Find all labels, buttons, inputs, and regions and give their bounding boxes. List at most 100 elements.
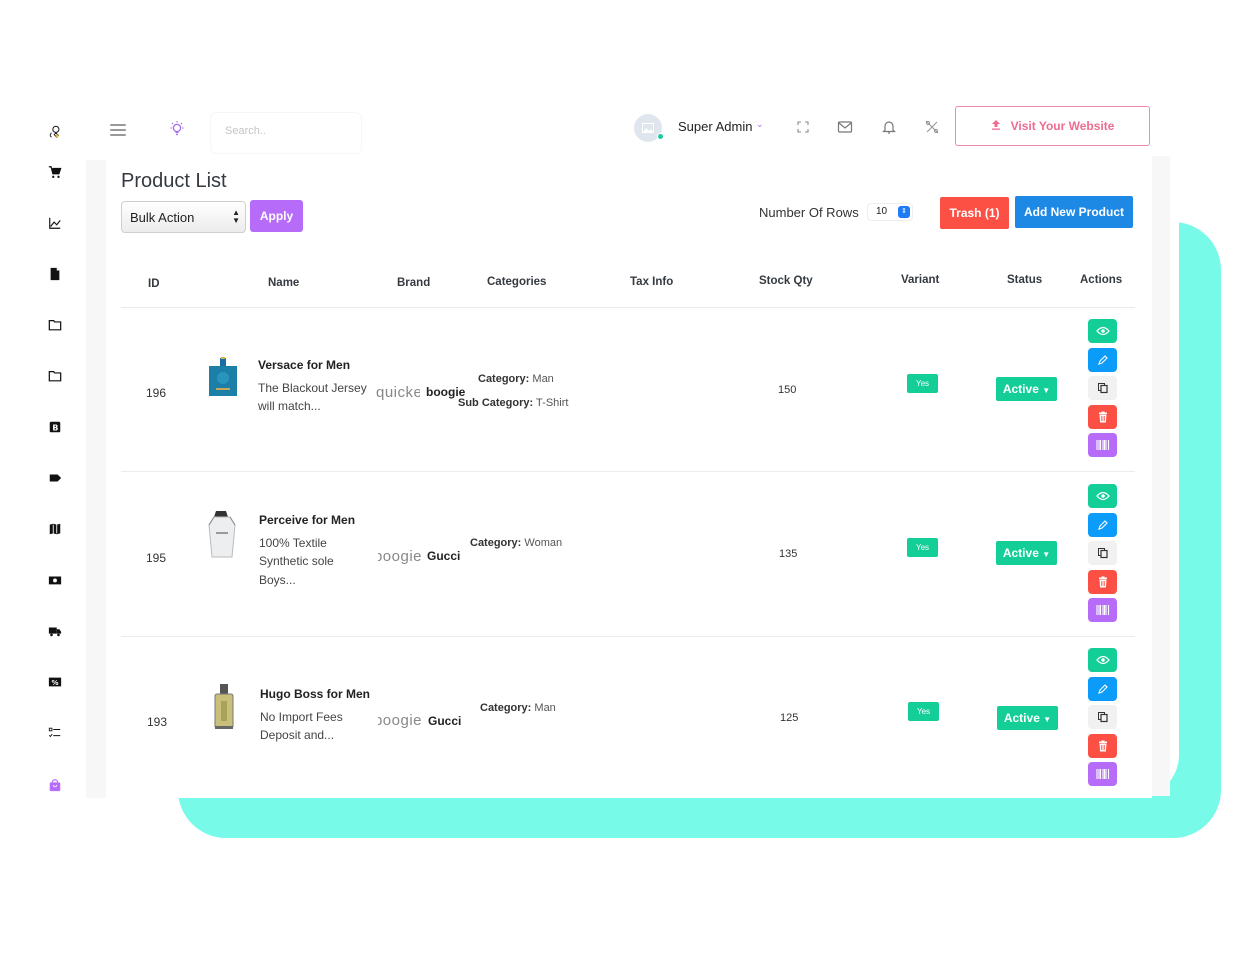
select-spinner-icon: ⇕ xyxy=(898,206,910,218)
product-id: 193 xyxy=(147,715,168,729)
logo-icon[interactable] xyxy=(47,124,63,140)
card-edge xyxy=(1152,156,1170,796)
barcode-icon xyxy=(1095,605,1110,616)
bulk-action-select[interactable]: Bulk Action ▲ ▼ xyxy=(121,201,246,233)
view-button[interactable] xyxy=(1088,484,1117,508)
bell-icon[interactable] xyxy=(880,118,898,136)
category-info: Category: Woman xyxy=(470,537,562,549)
brand-logo: boogie xyxy=(378,548,422,565)
product-name[interactable]: Versace for Men xyxy=(258,358,350,372)
header-brand[interactable]: Brand xyxy=(397,277,430,289)
brand-name: Gucci xyxy=(428,714,462,728)
duplicate-button[interactable] xyxy=(1088,541,1117,566)
trash-icon xyxy=(1098,740,1108,752)
chevron-down-icon[interactable]: ⌄ xyxy=(756,119,764,130)
svg-text:B: B xyxy=(52,424,58,433)
stock-qty: 135 xyxy=(779,548,798,560)
product-thumbnail[interactable] xyxy=(206,683,242,731)
lightbulb-icon[interactable] xyxy=(168,120,186,143)
product-desc-line2: will match... xyxy=(258,399,321,413)
file-icon[interactable] xyxy=(47,266,63,282)
status-label: Active xyxy=(1002,546,1039,560)
copy-icon xyxy=(1097,711,1109,723)
eye-icon xyxy=(1095,491,1110,501)
status-label: Active xyxy=(1002,382,1039,396)
header-id[interactable]: ID xyxy=(148,278,160,290)
coupon-icon[interactable]: % xyxy=(47,674,63,690)
header-name[interactable]: Name xyxy=(268,277,299,289)
folder-icon[interactable] xyxy=(47,317,63,333)
status-dropdown[interactable]: Active ▼ xyxy=(997,706,1058,730)
edit-button[interactable] xyxy=(1088,347,1117,372)
subcategory-value: T-Shirt xyxy=(536,397,569,409)
trash-button[interactable]: Trash (1) xyxy=(940,197,1009,229)
delete-button[interactable] xyxy=(1088,733,1117,758)
chart-icon[interactable] xyxy=(47,215,63,231)
product-desc-line1: The Blackout Jersey xyxy=(258,381,367,395)
menu-toggle-icon[interactable] xyxy=(110,124,126,136)
category-value: Woman xyxy=(524,537,563,549)
category-value: Man xyxy=(534,702,556,714)
header-tax-info[interactable]: Tax Info xyxy=(630,276,673,288)
product-thumbnail[interactable] xyxy=(206,356,242,404)
brand-logo: boogie xyxy=(378,712,422,729)
visit-website-button[interactable]: Visit Your Website xyxy=(955,106,1150,146)
barcode-button[interactable] xyxy=(1088,433,1117,458)
status-label: Active xyxy=(1003,711,1040,725)
variant-badge: Yes xyxy=(907,374,938,393)
rows-per-page-select[interactable]: 10 ⇕ xyxy=(867,203,913,221)
folder-icon[interactable] xyxy=(47,368,63,384)
edit-button[interactable] xyxy=(1088,676,1117,701)
mail-icon[interactable] xyxy=(836,118,854,136)
rows-per-page-value: 10 xyxy=(876,206,888,217)
category-label: Category: xyxy=(470,537,522,549)
pen-icon xyxy=(1097,354,1109,366)
blog-icon[interactable]: B xyxy=(47,419,63,435)
header-actions[interactable]: Actions xyxy=(1080,274,1122,286)
admin-name[interactable]: Super Admin xyxy=(678,119,752,134)
shopping-bag-icon[interactable] xyxy=(47,777,63,793)
view-button[interactable] xyxy=(1088,648,1117,672)
tag-icon[interactable] xyxy=(47,470,63,486)
product-list-card xyxy=(106,156,1152,798)
header-variant[interactable]: Variant xyxy=(901,274,939,286)
view-button[interactable] xyxy=(1088,319,1117,343)
product-name[interactable]: Hugo Boss for Men xyxy=(260,687,370,701)
avatar[interactable] xyxy=(634,114,664,142)
barcode-button[interactable] xyxy=(1088,598,1117,623)
product-thumbnail[interactable] xyxy=(204,510,240,558)
online-status-dot xyxy=(657,133,664,140)
duplicate-button[interactable] xyxy=(1088,705,1117,730)
product-desc-line2: Deposit and... xyxy=(260,728,335,742)
category-label: Category: xyxy=(478,373,530,385)
pen-icon xyxy=(1097,519,1109,531)
map-icon[interactable] xyxy=(47,521,63,537)
duplicate-button[interactable] xyxy=(1088,376,1117,401)
header-stock-qty[interactable]: Stock Qty xyxy=(759,275,813,287)
apply-button[interactable]: Apply xyxy=(250,200,303,232)
add-new-product-button[interactable]: Add New Product xyxy=(1015,196,1133,228)
percent-off-icon[interactable] xyxy=(923,118,941,136)
money-icon[interactable] xyxy=(47,572,63,588)
product-desc-line1: No Import Fees xyxy=(260,710,343,724)
copy-icon xyxy=(1097,382,1109,394)
fullscreen-icon[interactable] xyxy=(794,118,812,136)
search-input[interactable]: Search.. xyxy=(210,112,362,154)
delete-button[interactable] xyxy=(1088,569,1117,594)
barcode-button[interactable] xyxy=(1088,762,1117,787)
truck-icon[interactable] xyxy=(47,623,63,639)
product-name[interactable]: Perceive for Men xyxy=(259,513,355,527)
status-dropdown[interactable]: Active ▼ xyxy=(996,377,1057,401)
upload-icon xyxy=(991,119,1001,133)
product-desc-line2: Synthetic sole xyxy=(259,554,334,568)
checklist-icon[interactable] xyxy=(47,725,63,741)
delete-button[interactable] xyxy=(1088,404,1117,429)
header-categories[interactable]: Categories xyxy=(487,276,546,288)
product-id: 195 xyxy=(146,551,167,565)
pen-icon xyxy=(1097,683,1109,695)
header-status[interactable]: Status xyxy=(1007,274,1042,286)
status-dropdown[interactable]: Active ▼ xyxy=(996,541,1057,565)
edit-button[interactable] xyxy=(1088,512,1117,537)
cart-icon[interactable] xyxy=(47,164,63,180)
brand-name: Gucci xyxy=(427,549,461,563)
